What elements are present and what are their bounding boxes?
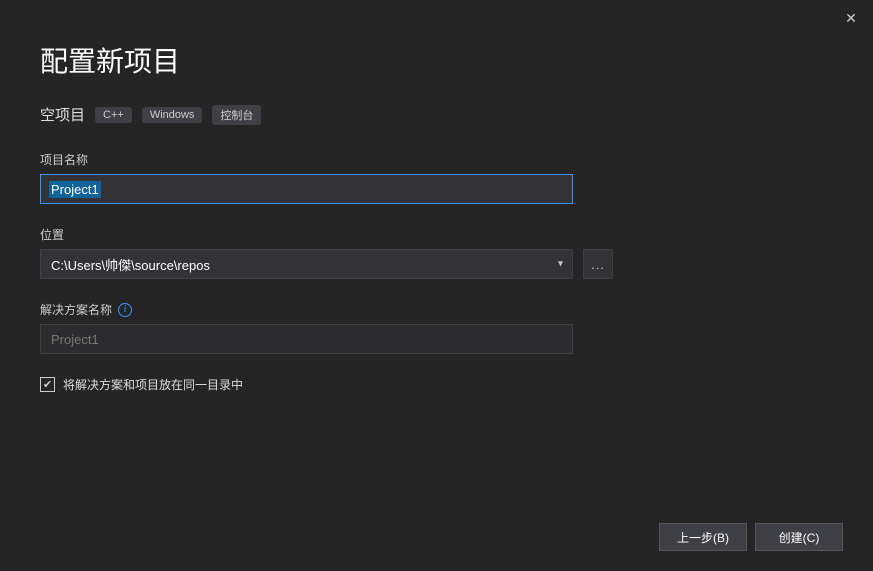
create-button[interactable]: 创建(C) xyxy=(755,523,843,551)
page-title: 配置新项目 xyxy=(40,40,833,80)
tag-windows: Windows xyxy=(142,107,203,123)
project-name-field: 项目名称 Project1 xyxy=(40,151,833,204)
info-icon[interactable]: i xyxy=(118,303,132,317)
project-name-value: Project1 xyxy=(49,181,101,198)
location-label: 位置 xyxy=(40,226,833,243)
close-icon[interactable]: ✕ xyxy=(841,8,861,28)
solution-name-label-row: 解决方案名称 i xyxy=(40,301,833,318)
same-directory-checkbox-row: ✔ 将解决方案和项目放在同一目录中 xyxy=(40,376,833,393)
project-name-label: 项目名称 xyxy=(40,151,833,168)
location-select-wrap: ▾ xyxy=(40,249,573,279)
close-icon-glyph: ✕ xyxy=(845,10,857,27)
solution-name-input xyxy=(40,324,573,354)
dialog-footer: 上一步(B) 创建(C) xyxy=(659,523,843,551)
tag-cpp: C++ xyxy=(95,107,132,123)
location-row: ▾ ... xyxy=(40,249,833,279)
browse-button[interactable]: ... xyxy=(583,249,613,279)
tag-console: 控制台 xyxy=(212,105,261,125)
template-summary: 空项目 C++ Windows 控制台 xyxy=(40,104,833,125)
location-input[interactable] xyxy=(40,249,573,279)
location-field: 位置 ▾ ... xyxy=(40,226,833,279)
same-directory-checkbox[interactable]: ✔ xyxy=(40,377,55,392)
dialog-content: 配置新项目 空项目 C++ Windows 控制台 项目名称 Project1 … xyxy=(0,0,873,393)
project-name-input[interactable]: Project1 xyxy=(40,174,573,204)
solution-name-label: 解决方案名称 xyxy=(40,301,112,318)
solution-name-field: 解决方案名称 i xyxy=(40,301,833,354)
same-directory-label: 将解决方案和项目放在同一目录中 xyxy=(63,376,243,393)
back-button-label: 上一步(B) xyxy=(677,529,729,546)
create-button-label: 创建(C) xyxy=(779,529,820,546)
back-button[interactable]: 上一步(B) xyxy=(659,523,747,551)
template-name: 空项目 xyxy=(40,104,85,125)
browse-label: ... xyxy=(591,257,605,272)
checkmark-icon: ✔ xyxy=(43,378,52,391)
